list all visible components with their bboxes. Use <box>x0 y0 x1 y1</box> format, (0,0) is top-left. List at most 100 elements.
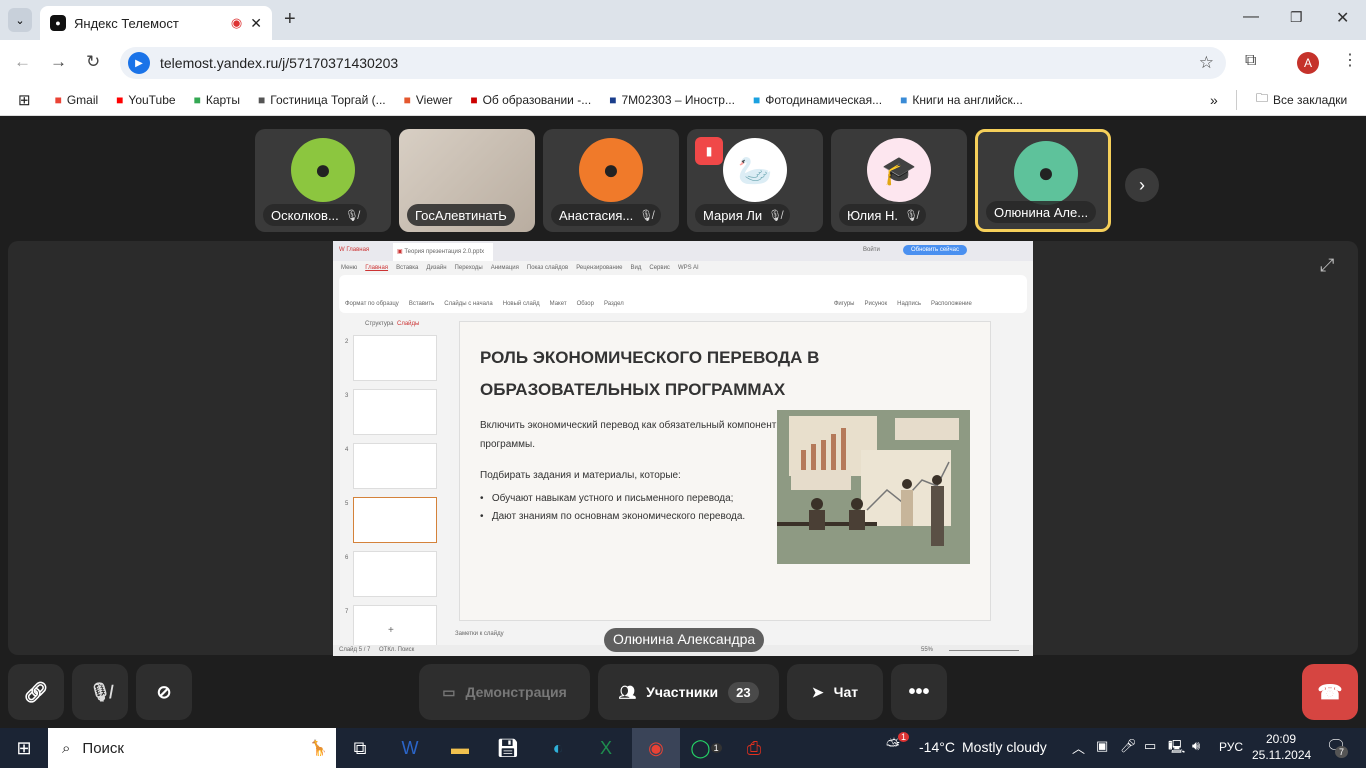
wps-menu-item[interactable]: Рецензирование <box>576 265 622 271</box>
copy-link-button[interactable]: 🔗︎ <box>8 664 64 720</box>
forward-icon[interactable]: → <box>50 52 67 72</box>
slide-thumbnail[interactable] <box>353 443 437 489</box>
zoom-slider[interactable] <box>949 650 1019 651</box>
excel-icon[interactable]: X <box>586 732 626 764</box>
slide-thumbnail[interactable] <box>353 335 437 381</box>
microphone-tray-icon[interactable]: 🎤︎ <box>1120 738 1137 754</box>
ribbon-button[interactable]: Рисунок <box>865 301 888 307</box>
ribbon-button[interactable]: Расположение <box>931 301 972 307</box>
more-button[interactable]: ••• <box>891 664 947 720</box>
notes-field[interactable]: Заметки к слайду <box>455 631 504 637</box>
bookmark-item[interactable]: ■ Фотодинамическая... <box>753 93 882 107</box>
wps-menu-item[interactable]: Вставка <box>396 265 418 271</box>
ribbon-button[interactable]: Вставить <box>409 301 434 307</box>
participant-tile[interactable]: ● Анастасия... 🎙︎̸ <box>543 129 679 232</box>
participants-button[interactable]: 👥︎ Участники 23 <box>598 664 779 720</box>
edge-icon[interactable]: ◐ <box>538 732 578 764</box>
tab-search-chevron-icon[interactable]: ⌄ <box>8 8 32 32</box>
ribbon-button[interactable]: Макет <box>550 301 567 307</box>
participant-tile[interactable]: 🦢 ▮ Мария Ли 🎙︎̸ <box>687 129 823 232</box>
extensions-icon[interactable]: ⧉ <box>1245 52 1256 70</box>
clock-date[interactable]: 25.11.2024 <box>1252 748 1311 762</box>
wps-update-button[interactable]: Обновить сейчас <box>903 245 967 255</box>
wps-menu-item[interactable]: Анимация <box>491 265 519 271</box>
camera-tray-icon[interactable]: ▣ <box>1096 738 1108 754</box>
battery-icon[interactable]: ▭ <box>1144 738 1156 754</box>
close-window-icon[interactable]: ✕ <box>1336 8 1349 28</box>
spellcheck-status[interactable]: ОТКл. Поиск <box>379 647 414 653</box>
file-explorer-icon[interactable]: ▬ <box>440 732 480 764</box>
bookmark-item[interactable]: ■ Об образовании -... <box>470 93 591 107</box>
restore-icon[interactable]: ❐ <box>1290 9 1303 26</box>
wps-menu-item[interactable]: Сервис <box>649 265 670 271</box>
end-call-button[interactable]: ☎︎ <box>1302 664 1358 720</box>
network-icon[interactable]: 🖳 <box>1168 738 1185 760</box>
slide-thumbnail[interactable] <box>353 497 437 543</box>
bookmark-item[interactable]: ■ Книги на английск... <box>900 93 1023 107</box>
wps-menu-item[interactable]: Вид <box>631 265 642 271</box>
demo-button[interactable]: ▭ Демонстрация <box>419 664 590 720</box>
wps-menu-item[interactable]: WPS AI <box>678 265 699 271</box>
pdf-reader-icon[interactable]: ⎙ <box>734 732 774 764</box>
taskbar-search[interactable]: ⌕ Поиск 🦒 <box>48 728 336 768</box>
clock-time[interactable]: 20:09 <box>1266 732 1296 746</box>
slides-tab[interactable]: Слайды <box>397 321 419 327</box>
slide-thumbnail[interactable] <box>353 389 437 435</box>
slide-thumbnail[interactable] <box>353 551 437 597</box>
apps-grid-icon[interactable]: ⊞ <box>18 91 31 109</box>
participant-tile[interactable]: ● Осколков... 🎙︎̸ <box>255 129 391 232</box>
structure-tab[interactable]: Структура <box>365 321 393 327</box>
weather-text[interactable]: Mostly cloudy <box>962 739 1047 755</box>
microphone-button[interactable]: 🎙︎̸ <box>72 664 128 720</box>
chrome-icon[interactable]: ◉ <box>632 728 680 768</box>
ribbon-button[interactable]: Слайды с начала <box>444 301 493 307</box>
close-tab-icon[interactable]: ✕ <box>250 15 262 32</box>
bookmark-item[interactable]: ■ Гостиница Торгай (... <box>258 93 386 107</box>
all-bookmarks[interactable]: 🗀 Все закладки <box>1256 89 1347 110</box>
participant-tile[interactable]: ● Олюнина Але... <box>975 129 1111 232</box>
volume-icon[interactable]: 🔊︎ <box>1192 738 1200 754</box>
bookmark-item[interactable]: ■ Viewer <box>404 93 453 107</box>
wps-menu-item[interactable]: Переходы <box>455 265 483 271</box>
zoom-level[interactable]: 55% <box>921 647 933 653</box>
camera-icon[interactable]: ▶ <box>128 52 150 74</box>
camera-button[interactable]: ⊘ <box>136 664 192 720</box>
word-icon[interactable]: W <box>390 732 430 764</box>
bookmark-item[interactable]: ■ YouTube <box>116 93 175 107</box>
weather-temp[interactable]: -14°C <box>919 739 955 755</box>
ribbon-button[interactable]: Формат по образцу <box>345 301 399 307</box>
url-text[interactable]: telemost.yandex.ru/j/57170371430203 <box>160 55 398 71</box>
ribbon-button[interactable]: Обзор <box>577 301 594 307</box>
url-bar[interactable]: ▶ telemost.yandex.ru/j/57170371430203 ☆ <box>120 47 1226 79</box>
participant-tile[interactable]: ГосАлевтинатЬ <box>399 129 535 232</box>
minimize-icon[interactable]: — <box>1243 8 1259 26</box>
browser-tab-telemost[interactable]: ● Яндекс Телемост ◉ ✕ <box>40 6 272 40</box>
add-slide-icon[interactable]: + <box>388 625 394 636</box>
wps-menu-item[interactable]: Меню <box>341 265 357 271</box>
task-view-icon[interactable]: ⧉ <box>340 732 380 764</box>
bookmark-item[interactable]: ■ Gmail <box>55 93 99 107</box>
bookmark-item[interactable]: ■ 7M02303 – Иностр... <box>609 93 735 107</box>
wps-login[interactable]: Войти <box>863 247 880 253</box>
ribbon-button[interactable]: Раздел <box>604 301 624 307</box>
more-bookmarks-icon[interactable]: » <box>1210 92 1218 108</box>
language-indicator[interactable]: РУС <box>1219 740 1243 754</box>
wps-menu-item[interactable]: Показ слайдов <box>527 265 568 271</box>
new-tab-icon[interactable]: + <box>284 8 296 31</box>
next-participants-button[interactable]: › <box>1125 168 1159 202</box>
reload-icon[interactable]: ↻ <box>86 52 100 72</box>
chat-button[interactable]: ➤ Чат <box>787 664 883 720</box>
wps-menu-item[interactable]: Дизайн <box>426 265 446 271</box>
bookmark-item[interactable]: ■ Карты <box>194 93 240 107</box>
ribbon-button[interactable]: Надпись <box>897 301 921 307</box>
wps-home-tab[interactable]: W Главная <box>339 247 369 253</box>
windows-start-icon[interactable]: ⊞ <box>4 732 44 764</box>
bookmark-star-icon[interactable]: ☆ <box>1199 53 1214 73</box>
profile-avatar[interactable]: A <box>1297 52 1319 74</box>
save-app-icon[interactable]: 💾︎ <box>488 732 528 764</box>
wps-doc-tab[interactable]: ▣ Теория презентация 2.0.pptx <box>393 243 493 261</box>
whatsapp-icon[interactable]: ◯ 1 <box>686 732 726 764</box>
participant-tile[interactable]: 🎓 Юлия Н. 🎙︎̸ <box>831 129 967 232</box>
back-icon[interactable]: ← <box>14 52 31 72</box>
show-hidden-icons[interactable]: ︿ <box>1072 738 1085 757</box>
